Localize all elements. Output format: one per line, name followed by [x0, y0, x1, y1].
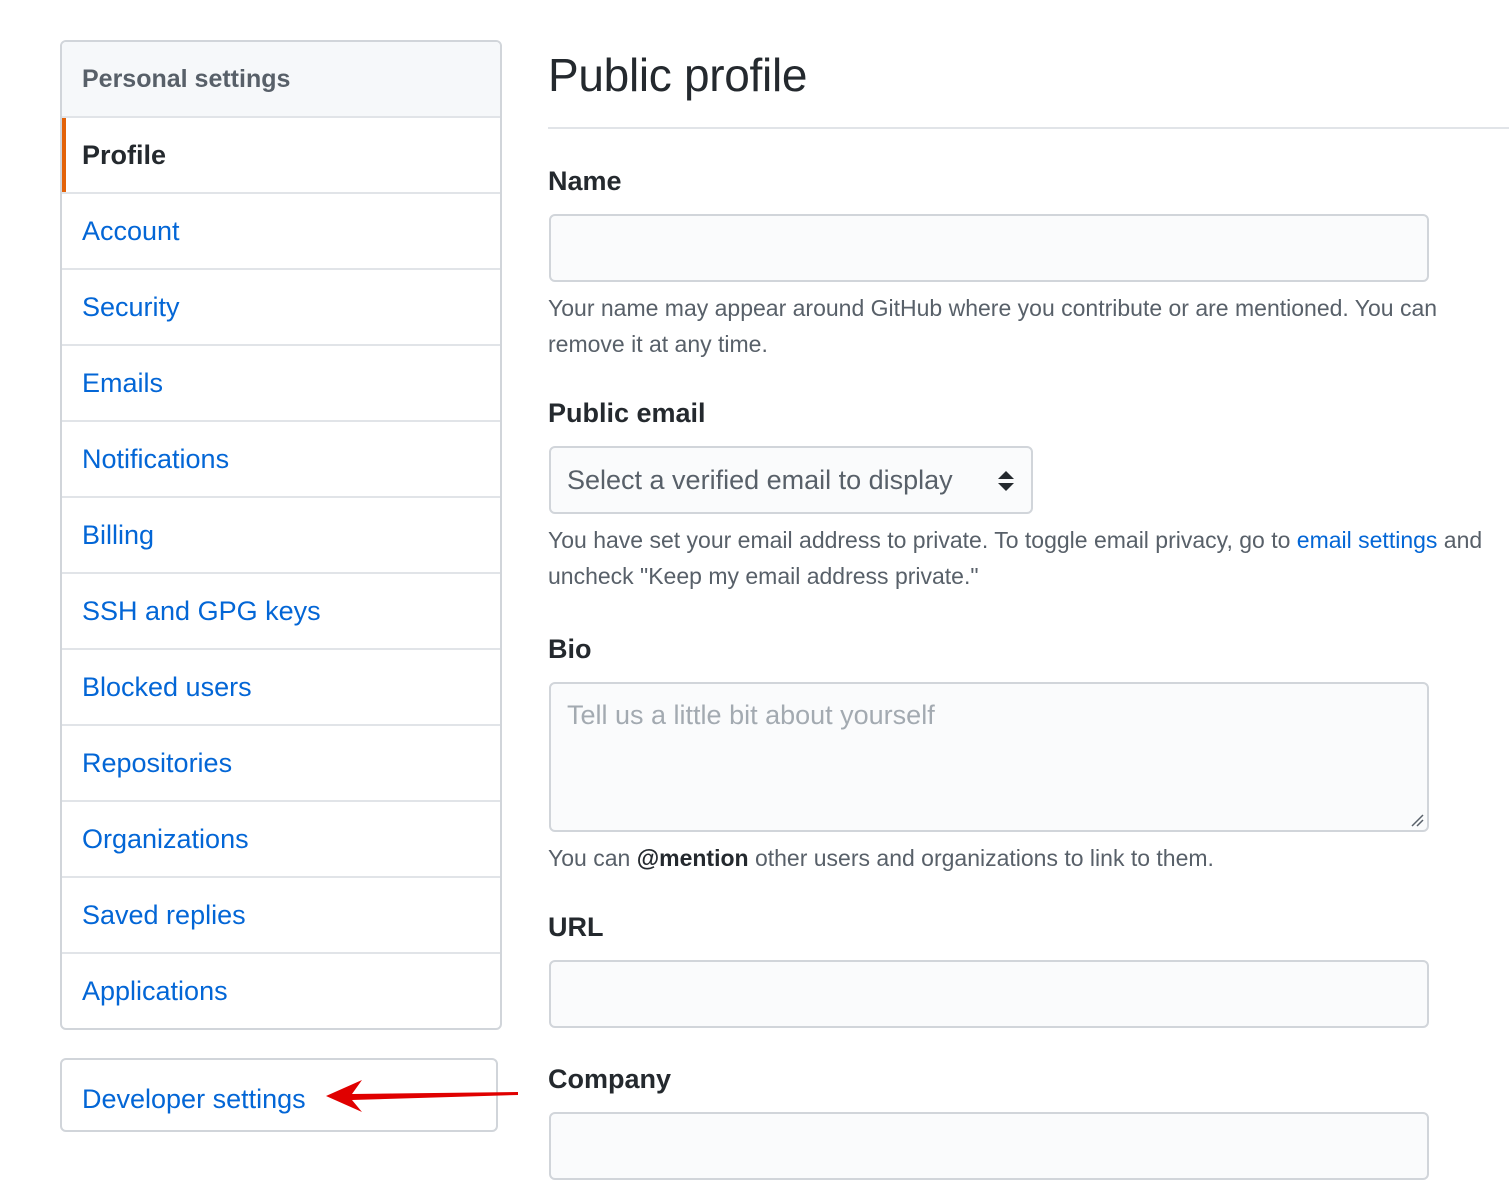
name-input[interactable] [549, 214, 1429, 282]
title-divider [548, 127, 1509, 129]
sidebar-item-repositories[interactable]: Repositories [62, 726, 500, 802]
sidebar-item-billing[interactable]: Billing [62, 498, 500, 574]
company-label: Company [548, 1064, 672, 1094]
sidebar-item-profile[interactable]: Profile [62, 118, 500, 194]
public-email-label: Public email [548, 398, 706, 428]
name-note: Your name may appear around GitHub where… [548, 295, 1438, 357]
page-title: Public profile [548, 49, 808, 101]
select-caret-icon [998, 471, 1014, 491]
resize-grip-icon[interactable] [1410, 813, 1424, 827]
bio-note: You can @mention other users and organiz… [548, 840, 1493, 876]
public-email-note: You have set your email address to priva… [548, 522, 1493, 594]
mention-text: @mention [636, 845, 749, 871]
sidebar-heading: Personal settings [62, 42, 500, 118]
sidebar-item-applications[interactable]: Applications [62, 954, 500, 1028]
sidebar-item-ssh-gpg-keys[interactable]: SSH and GPG keys [62, 574, 500, 650]
sidebar-item-security[interactable]: Security [62, 270, 500, 346]
sidebar-item-organizations[interactable]: Organizations [62, 802, 500, 878]
email-settings-link[interactable]: email settings [1297, 527, 1438, 553]
public-email-selected-value: Select a verified email to display [567, 465, 953, 495]
annotation-arrow-icon [326, 1080, 518, 1112]
settings-sidebar: Personal settings Profile Account Securi… [60, 40, 502, 1030]
sidebar-item-saved-replies[interactable]: Saved replies [62, 878, 500, 954]
sidebar-item-emails[interactable]: Emails [62, 346, 500, 422]
bio-note-text: You can [548, 845, 637, 871]
company-input[interactable] [549, 1112, 1429, 1180]
url-input[interactable] [549, 960, 1429, 1028]
name-label: Name [548, 166, 622, 196]
bio-label: Bio [548, 634, 592, 664]
bio-note-text-end: other users and organizations to link to… [748, 845, 1214, 871]
sidebar-item-account[interactable]: Account [62, 194, 500, 270]
sidebar-item-notifications[interactable]: Notifications [62, 422, 500, 498]
public-email-note-text: You have set your email address to priva… [548, 527, 1297, 553]
sidebar-item-blocked-users[interactable]: Blocked users [62, 650, 500, 726]
public-email-select[interactable]: Select a verified email to display [549, 446, 1033, 514]
bio-textarea[interactable] [549, 682, 1429, 832]
url-label: URL [548, 912, 604, 942]
